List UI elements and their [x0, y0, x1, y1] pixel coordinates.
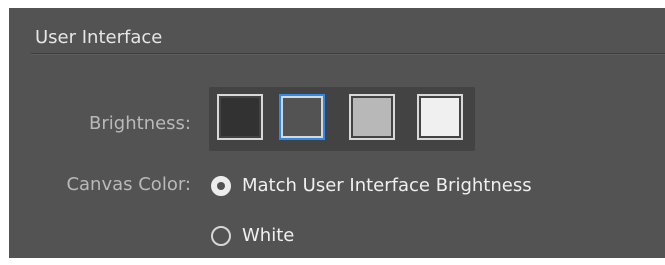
swatch-fill	[353, 98, 391, 136]
swatch-fill	[221, 98, 259, 136]
swatch-fill	[283, 98, 321, 136]
radio-match-ui-brightness[interactable]: Match User Interface Brightness	[211, 172, 532, 200]
brightness-swatch-medium-light[interactable]	[349, 94, 395, 140]
radio-label: Match User Interface Brightness	[242, 175, 532, 196]
swatch-fill	[421, 98, 459, 136]
brightness-swatch-light[interactable]	[417, 94, 463, 140]
section-title: User Interface	[35, 27, 163, 48]
brightness-label: Brightness:	[89, 113, 191, 134]
radio-button-icon[interactable]	[211, 226, 231, 246]
radio-white[interactable]: White	[211, 222, 294, 250]
brightness-swatch-dark[interactable]	[217, 94, 263, 140]
radio-label: White	[242, 225, 295, 246]
radio-button-icon[interactable]	[211, 176, 231, 196]
canvas-color-label: Canvas Color:	[66, 174, 191, 195]
section-divider-highlight	[31, 54, 665, 55]
brightness-swatch-medium-dark[interactable]	[279, 94, 325, 140]
